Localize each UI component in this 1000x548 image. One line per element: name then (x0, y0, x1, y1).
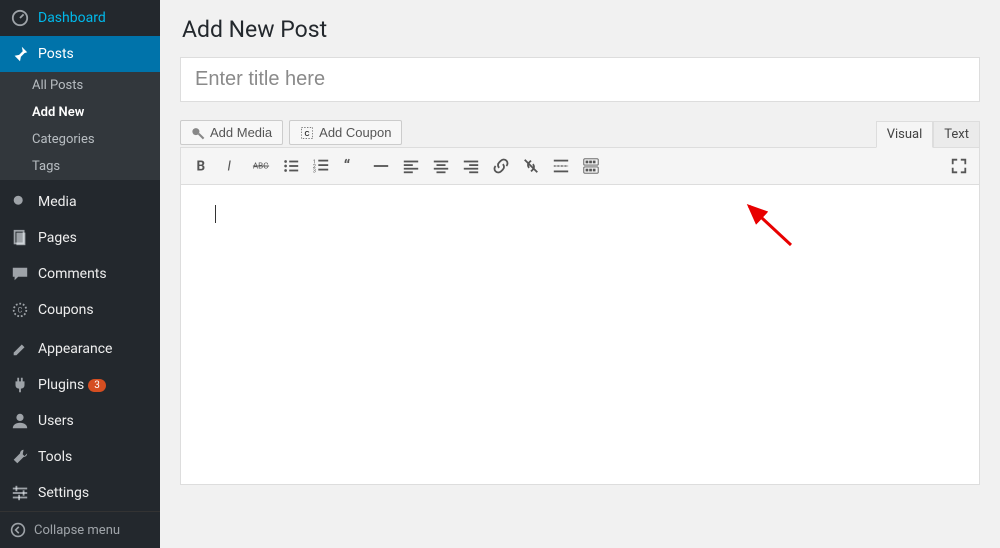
sidebar-label: Comments (38, 266, 107, 282)
hr-icon[interactable] (367, 152, 395, 180)
tab-text[interactable]: Text (933, 121, 980, 148)
align-right-icon[interactable] (457, 152, 485, 180)
sidebar-item-settings[interactable]: Settings (0, 475, 160, 511)
sidebar-label: Coupons (38, 302, 94, 318)
collapse-label: Collapse menu (34, 523, 120, 538)
page-title: Add New Post (182, 16, 980, 43)
button-label: Add Media (210, 125, 272, 140)
add-media-button[interactable]: Add Media (180, 120, 283, 145)
svg-text:C: C (18, 305, 23, 314)
sidebar-label: Appearance (38, 341, 112, 357)
unlink-icon[interactable] (517, 152, 545, 180)
sidebar-item-plugins[interactable]: Plugins 3 (0, 367, 160, 403)
appearance-icon (10, 339, 30, 359)
posts-submenu: All Posts Add New Categories Tags (0, 72, 160, 180)
media-icon (191, 126, 205, 140)
post-title-input[interactable] (180, 57, 980, 102)
blockquote-icon[interactable]: “ (337, 152, 365, 180)
submenu-all-posts[interactable]: All Posts (0, 72, 160, 99)
sidebar-item-media[interactable]: Media (0, 184, 160, 220)
align-left-icon[interactable] (397, 152, 425, 180)
bullet-list-icon[interactable] (277, 152, 305, 180)
dashboard-icon (10, 8, 30, 28)
text-cursor (215, 205, 216, 223)
submenu-add-new[interactable]: Add New (0, 99, 160, 126)
pin-icon (10, 44, 30, 64)
comments-icon (10, 264, 30, 284)
submenu-categories[interactable]: Categories (0, 126, 160, 153)
sidebar-label: Users (38, 413, 74, 429)
editor-wrap: Visual Text B I ABC 123 “ (180, 147, 980, 485)
bold-icon[interactable]: B (187, 152, 215, 180)
tools-icon (10, 447, 30, 467)
strikethrough-icon[interactable]: ABC (247, 152, 275, 180)
toolbar-toggle-icon[interactable] (577, 152, 605, 180)
fullscreen-icon[interactable] (945, 152, 973, 180)
svg-text:I: I (227, 159, 231, 175)
editor-toolbar: B I ABC 123 “ (180, 147, 980, 185)
tab-visual[interactable]: Visual (876, 121, 934, 148)
add-coupon-button[interactable]: C Add Coupon (289, 120, 402, 145)
sidebar-item-pages[interactable]: Pages (0, 220, 160, 256)
svg-text:“: “ (344, 157, 351, 175)
settings-icon (10, 483, 30, 503)
sidebar-item-dashboard[interactable]: Dashboard (0, 0, 160, 36)
svg-text:C: C (305, 130, 310, 137)
collapse-menu-button[interactable]: Collapse menu (0, 511, 160, 548)
sidebar-item-tools[interactable]: Tools (0, 439, 160, 475)
sidebar-label: Tools (38, 449, 72, 465)
coupons-icon: C (10, 300, 30, 320)
sidebar-label: Plugins (38, 377, 84, 393)
readmore-icon[interactable] (547, 152, 575, 180)
svg-text:B: B (197, 159, 206, 175)
submenu-tags[interactable]: Tags (0, 153, 160, 180)
italic-icon[interactable]: I (217, 152, 245, 180)
sidebar-item-posts[interactable]: Posts (0, 36, 160, 72)
admin-sidebar: Dashboard Posts All Posts Add New Catego… (0, 0, 160, 548)
number-list-icon[interactable]: 123 (307, 152, 335, 180)
svg-text:3: 3 (313, 168, 316, 174)
sidebar-item-coupons[interactable]: C Coupons (0, 292, 160, 328)
sidebar-item-comments[interactable]: Comments (0, 256, 160, 292)
sidebar-label: Dashboard (38, 10, 106, 26)
collapse-icon (10, 522, 26, 538)
button-label: Add Coupon (319, 125, 391, 140)
users-icon (10, 411, 30, 431)
sidebar-label: Posts (38, 46, 74, 62)
sidebar-label: Pages (38, 230, 77, 246)
link-icon[interactable] (487, 152, 515, 180)
sidebar-label: Settings (38, 485, 89, 501)
pages-icon (10, 228, 30, 248)
media-icon (10, 192, 30, 212)
main-content: Add New Post Add Media C Add Coupon Visu… (160, 0, 1000, 548)
align-center-icon[interactable] (427, 152, 455, 180)
sidebar-item-appearance[interactable]: Appearance (0, 331, 160, 367)
sidebar-label: Media (38, 194, 77, 210)
coupon-icon: C (300, 126, 314, 140)
editor-content[interactable] (180, 185, 980, 485)
sidebar-item-users[interactable]: Users (0, 403, 160, 439)
plugins-icon (10, 375, 30, 395)
plugins-update-badge: 3 (88, 379, 106, 392)
